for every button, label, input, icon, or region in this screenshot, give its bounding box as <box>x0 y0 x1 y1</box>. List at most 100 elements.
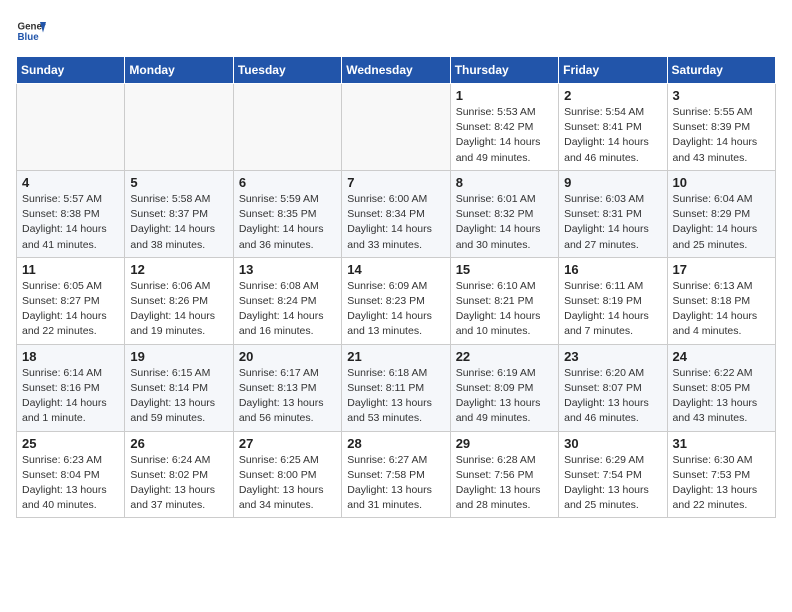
day-info: Sunrise: 6:30 AM Sunset: 7:53 PM Dayligh… <box>673 453 770 514</box>
calendar-week-row: 18 Sunrise: 6:14 AM Sunset: 8:16 PM Dayli… <box>17 344 776 431</box>
day-number: 26 <box>130 436 227 451</box>
calendar-cell: 11 Sunrise: 6:05 AM Sunset: 8:27 PM Dayli… <box>17 257 125 344</box>
day-number: 5 <box>130 175 227 190</box>
calendar-cell <box>342 84 450 171</box>
calendar-cell: 7 Sunrise: 6:00 AM Sunset: 8:34 PM Daylig… <box>342 170 450 257</box>
col-header-saturday: Saturday <box>667 57 775 84</box>
calendar-cell: 24 Sunrise: 6:22 AM Sunset: 8:05 PM Dayli… <box>667 344 775 431</box>
col-header-sunday: Sunday <box>17 57 125 84</box>
day-number: 2 <box>564 88 661 103</box>
calendar-cell: 1 Sunrise: 5:53 AM Sunset: 8:42 PM Daylig… <box>450 84 558 171</box>
col-header-tuesday: Tuesday <box>233 57 341 84</box>
calendar-week-row: 4 Sunrise: 5:57 AM Sunset: 8:38 PM Daylig… <box>17 170 776 257</box>
calendar-cell: 5Sunrise: 5:58 AM Sunset: 8:37 PM Daylig… <box>125 170 233 257</box>
day-info: Sunrise: 6:14 AM Sunset: 8:16 PM Dayligh… <box>22 366 119 427</box>
day-info: Sunrise: 6:29 AM Sunset: 7:54 PM Dayligh… <box>564 453 661 514</box>
day-info: Sunrise: 5:54 AM Sunset: 8:41 PM Dayligh… <box>564 105 661 166</box>
day-info: Sunrise: 6:00 AM Sunset: 8:34 PM Dayligh… <box>347 192 444 253</box>
day-info: Sunrise: 6:11 AM Sunset: 8:19 PM Dayligh… <box>564 279 661 340</box>
day-number: 10 <box>673 175 770 190</box>
day-number: 27 <box>239 436 336 451</box>
day-info: Sunrise: 6:17 AM Sunset: 8:13 PM Dayligh… <box>239 366 336 427</box>
calendar-cell: 26 Sunrise: 6:24 AM Sunset: 8:02 PM Dayli… <box>125 431 233 518</box>
day-number: 20 <box>239 349 336 364</box>
day-number: 14 <box>347 262 444 277</box>
day-info: Sunrise: 5:53 AM Sunset: 8:42 PM Dayligh… <box>456 105 553 166</box>
day-info: Sunrise: 5:55 AM Sunset: 8:39 PM Dayligh… <box>673 105 770 166</box>
day-info: Sunrise: 6:28 AM Sunset: 7:56 PM Dayligh… <box>456 453 553 514</box>
day-info: Sunrise: 6:20 AM Sunset: 8:07 PM Dayligh… <box>564 366 661 427</box>
calendar-week-row: 25 Sunrise: 6:23 AM Sunset: 8:04 PM Dayli… <box>17 431 776 518</box>
day-number: 22 <box>456 349 553 364</box>
calendar-cell: 13 Sunrise: 6:08 AM Sunset: 8:24 PM Dayli… <box>233 257 341 344</box>
calendar-cell: 3 Sunrise: 5:55 AM Sunset: 8:39 PM Daylig… <box>667 84 775 171</box>
day-info: Sunrise: 6:18 AM Sunset: 8:11 PM Dayligh… <box>347 366 444 427</box>
day-number: 25 <box>22 436 119 451</box>
calendar-cell <box>17 84 125 171</box>
calendar-cell: 19 Sunrise: 6:15 AM Sunset: 8:14 PM Dayli… <box>125 344 233 431</box>
calendar-cell: 31Sunrise: 6:30 AM Sunset: 7:53 PM Dayli… <box>667 431 775 518</box>
calendar-cell: 29 Sunrise: 6:28 AM Sunset: 7:56 PM Dayli… <box>450 431 558 518</box>
day-number: 8 <box>456 175 553 190</box>
day-info: Sunrise: 6:09 AM Sunset: 8:23 PM Dayligh… <box>347 279 444 340</box>
logo: General Blue <box>16 16 46 46</box>
day-info: Sunrise: 6:01 AM Sunset: 8:32 PM Dayligh… <box>456 192 553 253</box>
day-info: Sunrise: 6:08 AM Sunset: 8:24 PM Dayligh… <box>239 279 336 340</box>
day-info: Sunrise: 6:22 AM Sunset: 8:05 PM Dayligh… <box>673 366 770 427</box>
day-info: Sunrise: 6:23 AM Sunset: 8:04 PM Dayligh… <box>22 453 119 514</box>
calendar-cell: 10 Sunrise: 6:04 AM Sunset: 8:29 PM Dayli… <box>667 170 775 257</box>
day-info: Sunrise: 5:57 AM Sunset: 8:38 PM Dayligh… <box>22 192 119 253</box>
day-number: 9 <box>564 175 661 190</box>
day-info: Sunrise: 6:27 AM Sunset: 7:58 PM Dayligh… <box>347 453 444 514</box>
day-info: Sunrise: 6:04 AM Sunset: 8:29 PM Dayligh… <box>673 192 770 253</box>
calendar-cell: 25 Sunrise: 6:23 AM Sunset: 8:04 PM Dayli… <box>17 431 125 518</box>
day-number: 28 <box>347 436 444 451</box>
day-number: 7 <box>347 175 444 190</box>
calendar-cell: 15Sunrise: 6:10 AM Sunset: 8:21 PM Dayli… <box>450 257 558 344</box>
calendar-cell: 18 Sunrise: 6:14 AM Sunset: 8:16 PM Dayli… <box>17 344 125 431</box>
calendar-cell: 30 Sunrise: 6:29 AM Sunset: 7:54 PM Dayli… <box>559 431 667 518</box>
calendar-cell: 12Sunrise: 6:06 AM Sunset: 8:26 PM Dayli… <box>125 257 233 344</box>
day-number: 13 <box>239 262 336 277</box>
calendar-cell: 21 Sunrise: 6:18 AM Sunset: 8:11 PM Dayli… <box>342 344 450 431</box>
calendar-cell: 28 Sunrise: 6:27 AM Sunset: 7:58 PM Dayli… <box>342 431 450 518</box>
calendar-cell: 17 Sunrise: 6:13 AM Sunset: 8:18 PM Dayli… <box>667 257 775 344</box>
col-header-thursday: Thursday <box>450 57 558 84</box>
calendar-week-row: 11 Sunrise: 6:05 AM Sunset: 8:27 PM Dayli… <box>17 257 776 344</box>
calendar-cell <box>233 84 341 171</box>
calendar-cell: 27 Sunrise: 6:25 AM Sunset: 8:00 PM Dayli… <box>233 431 341 518</box>
day-info: Sunrise: 6:05 AM Sunset: 8:27 PM Dayligh… <box>22 279 119 340</box>
day-number: 11 <box>22 262 119 277</box>
calendar-cell: 22Sunrise: 6:19 AM Sunset: 8:09 PM Dayli… <box>450 344 558 431</box>
logo-icon: General Blue <box>16 16 46 46</box>
day-info: Sunrise: 6:25 AM Sunset: 8:00 PM Dayligh… <box>239 453 336 514</box>
day-number: 30 <box>564 436 661 451</box>
day-number: 19 <box>130 349 227 364</box>
calendar-cell: 8 Sunrise: 6:01 AM Sunset: 8:32 PM Daylig… <box>450 170 558 257</box>
day-info: Sunrise: 6:15 AM Sunset: 8:14 PM Dayligh… <box>130 366 227 427</box>
day-number: 3 <box>673 88 770 103</box>
day-info: Sunrise: 6:03 AM Sunset: 8:31 PM Dayligh… <box>564 192 661 253</box>
day-number: 6 <box>239 175 336 190</box>
calendar-cell: 2 Sunrise: 5:54 AM Sunset: 8:41 PM Daylig… <box>559 84 667 171</box>
day-info: Sunrise: 6:13 AM Sunset: 8:18 PM Dayligh… <box>673 279 770 340</box>
day-info: Sunrise: 6:24 AM Sunset: 8:02 PM Dayligh… <box>130 453 227 514</box>
day-number: 1 <box>456 88 553 103</box>
col-header-monday: Monday <box>125 57 233 84</box>
day-number: 17 <box>673 262 770 277</box>
calendar-table: SundayMondayTuesdayWednesdayThursdayFrid… <box>16 56 776 518</box>
day-info: Sunrise: 6:10 AM Sunset: 8:21 PM Dayligh… <box>456 279 553 340</box>
day-number: 24 <box>673 349 770 364</box>
day-number: 18 <box>22 349 119 364</box>
day-info: Sunrise: 6:06 AM Sunset: 8:26 PM Dayligh… <box>130 279 227 340</box>
day-number: 16 <box>564 262 661 277</box>
day-number: 21 <box>347 349 444 364</box>
calendar-cell: 9 Sunrise: 6:03 AM Sunset: 8:31 PM Daylig… <box>559 170 667 257</box>
calendar-cell: 14 Sunrise: 6:09 AM Sunset: 8:23 PM Dayli… <box>342 257 450 344</box>
calendar-cell: 4 Sunrise: 5:57 AM Sunset: 8:38 PM Daylig… <box>17 170 125 257</box>
day-info: Sunrise: 5:59 AM Sunset: 8:35 PM Dayligh… <box>239 192 336 253</box>
calendar-week-row: 1 Sunrise: 5:53 AM Sunset: 8:42 PM Daylig… <box>17 84 776 171</box>
day-number: 4 <box>22 175 119 190</box>
day-number: 29 <box>456 436 553 451</box>
svg-text:Blue: Blue <box>18 32 40 43</box>
